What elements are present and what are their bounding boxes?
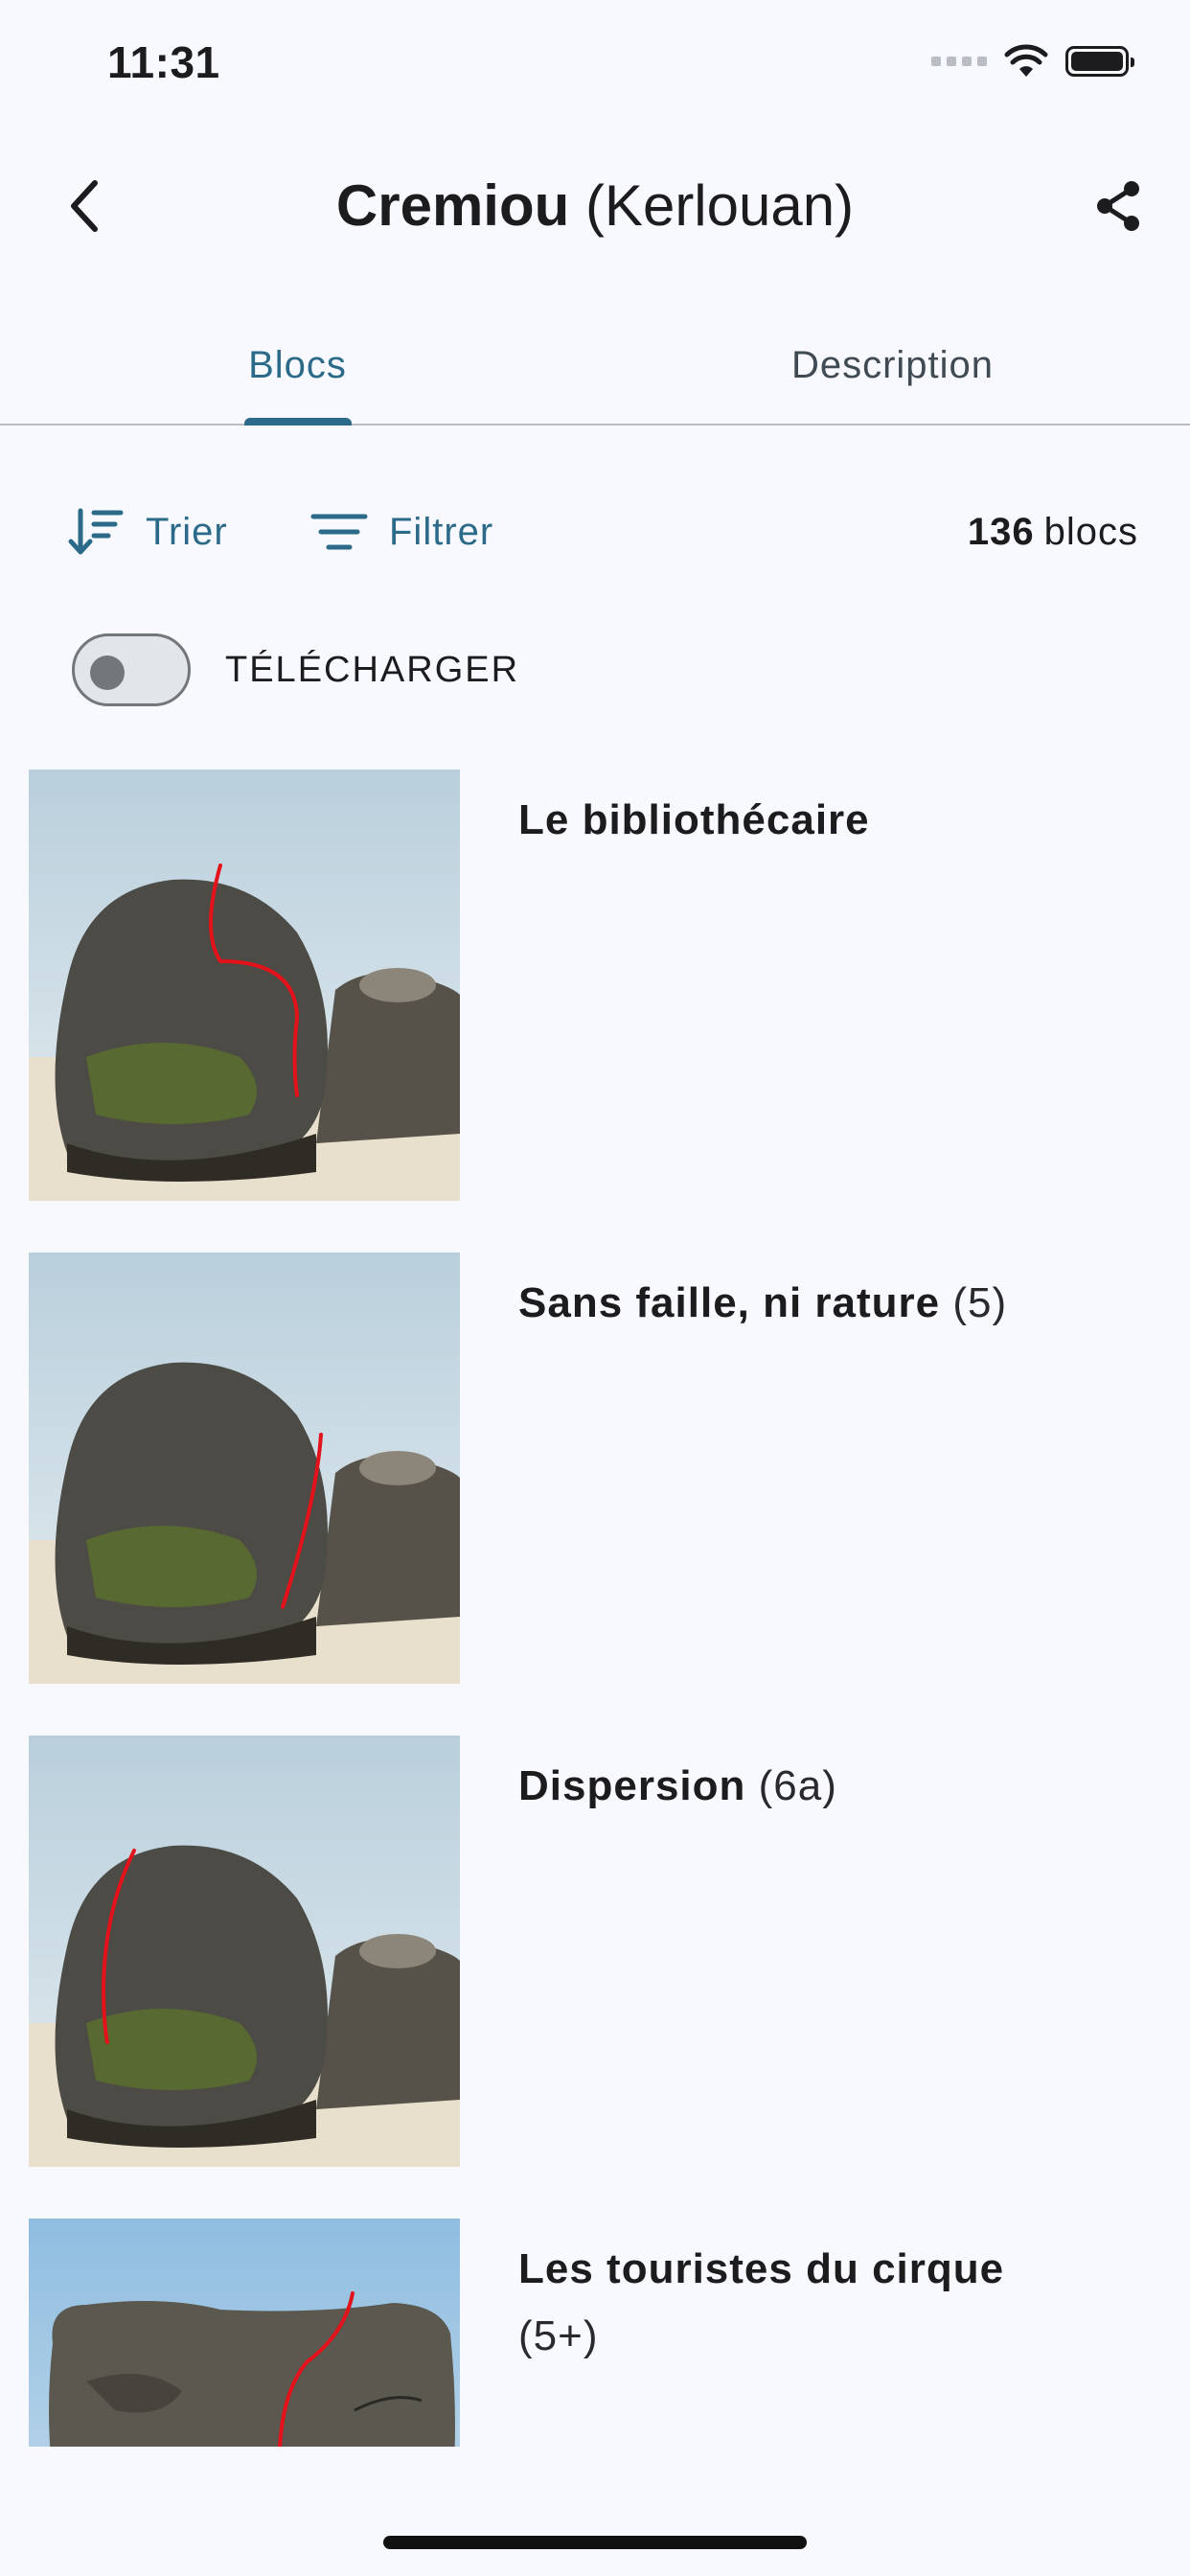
list-item[interactable]: Sans faille, ni rature (5) <box>29 1253 1161 1684</box>
download-toggle[interactable] <box>72 633 191 706</box>
share-icon <box>1097 181 1139 231</box>
share-button[interactable] <box>1085 172 1152 240</box>
route-title: Le bibliothécaire <box>518 787 1123 854</box>
filter-label: Filtrer <box>389 510 494 553</box>
route-grade: (5) <box>952 1279 1008 1326</box>
sector-region: (Kerlouan) <box>584 173 855 238</box>
block-count: 136 blocs <box>968 494 1138 570</box>
route-name: Sans faille, ni rature <box>518 1279 941 1326</box>
route-name: Le bibliothécaire <box>518 796 870 843</box>
filter-icon <box>310 514 368 550</box>
home-indicator[interactable] <box>383 2536 807 2549</box>
route-grade: (6a) <box>758 1762 837 1809</box>
block-count-number: 136 <box>967 510 1035 553</box>
block-count-unit: blocs <box>1043 510 1138 553</box>
sort-label: Trier <box>146 510 228 553</box>
page-title: Cremiou (Kerlouan) <box>0 172 1190 239</box>
route-grade: (5+) <box>518 2312 599 2359</box>
list-item[interactable]: Le bibliothécaire <box>29 770 1161 1201</box>
sector-name: Cremiou <box>335 173 570 238</box>
status-icons <box>931 44 1134 79</box>
route-photo <box>29 1736 460 2167</box>
battery-icon <box>1065 46 1134 77</box>
route-name: Dispersion <box>518 1762 746 1809</box>
list-item[interactable]: Dispersion (6a) <box>29 1736 1161 2167</box>
list-toolbar: Trier Filtrer 136 blocs <box>0 494 1190 570</box>
download-label: TÉLÉCHARGER <box>225 649 520 690</box>
tab-blocs-label: Blocs <box>248 343 347 386</box>
tab-indicator <box>244 418 352 426</box>
list-item[interactable]: Les touristes du cirque (5+) <box>29 2219 1161 2447</box>
app-header: Cremiou (Kerlouan) <box>0 144 1190 268</box>
tab-blocs[interactable]: Blocs <box>0 307 595 424</box>
wifi-icon <box>1004 44 1048 77</box>
route-photo <box>29 2219 460 2447</box>
sort-button[interactable]: Trier <box>67 494 228 570</box>
route-photo <box>29 770 460 1201</box>
route-title: Sans faille, ni rature (5) <box>518 1270 1123 1337</box>
route-title: Dispersion (6a) <box>518 1753 1123 1820</box>
status-time: 11:31 <box>107 37 220 87</box>
toggle-knob <box>90 656 125 690</box>
tab-description[interactable]: Description <box>595 307 1190 424</box>
route-photo <box>29 1253 460 1684</box>
download-row: TÉLÉCHARGER <box>72 632 519 707</box>
status-bar: 11:31 <box>0 0 1190 126</box>
route-list: Le bibliothécaire Sans faille, ni rature… <box>0 770 1190 2447</box>
route-name: Les touristes du cirque <box>518 2245 1005 2292</box>
route-title: Les touristes du cirque (5+) <box>518 2236 1123 2370</box>
cellular-signal-icon <box>931 57 987 66</box>
tab-description-label: Description <box>790 343 995 386</box>
sort-icon <box>68 508 124 555</box>
filter-button[interactable]: Filtrer <box>310 494 493 570</box>
tab-bar: Blocs Description <box>0 307 1190 426</box>
